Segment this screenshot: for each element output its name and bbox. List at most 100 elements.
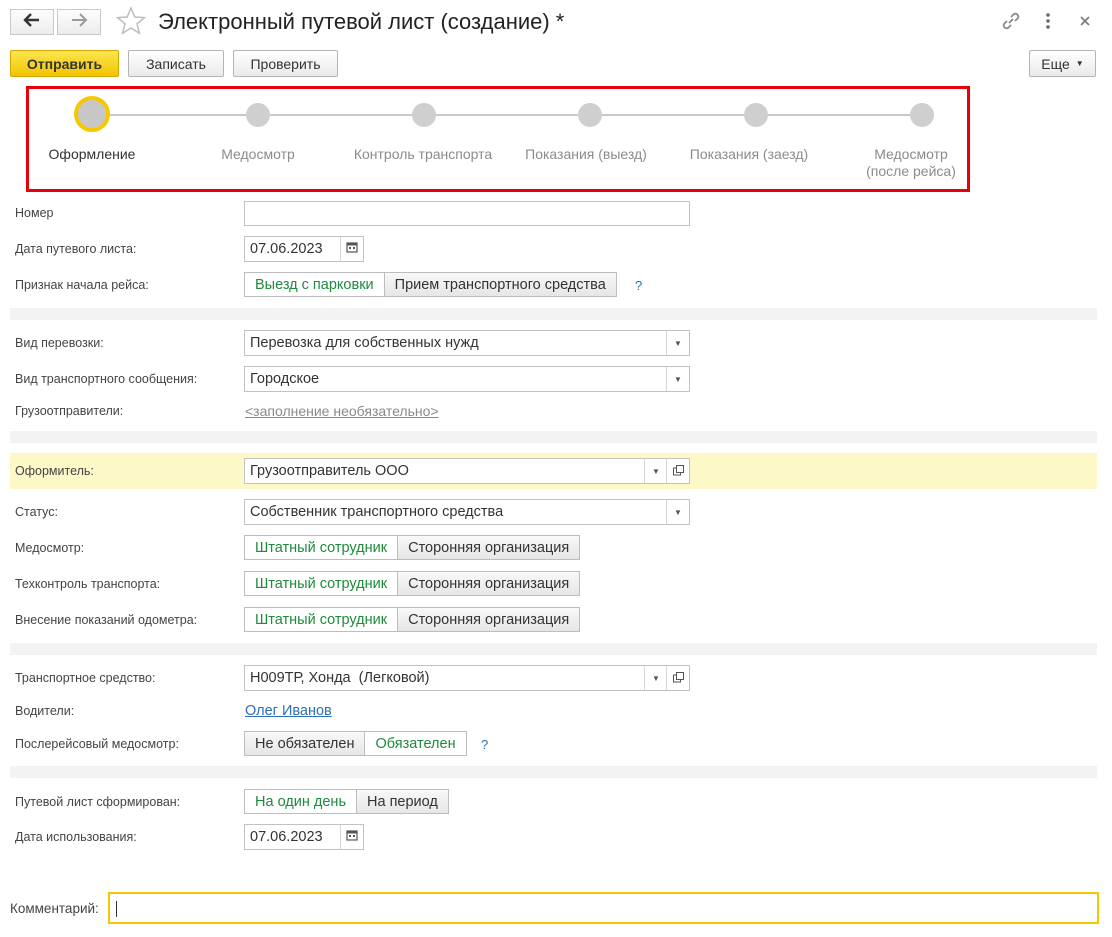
more-button-label: Еще	[1041, 55, 1070, 72]
section-divider-3	[10, 643, 1097, 655]
vehicle-label: Транспортное средство:	[15, 671, 156, 685]
transport-kind-value: Перевозка для собственных нужд	[250, 335, 479, 351]
post-med-toggle: Не обязателен Обязателен	[244, 731, 467, 756]
odometer-option-third-party[interactable]: Сторонняя организация	[398, 607, 581, 632]
forward-button[interactable]	[57, 9, 101, 35]
step-label-4[interactable]: Показания (выезд)	[512, 146, 660, 163]
close-icon[interactable]	[1079, 14, 1091, 32]
step-dot-2[interactable]	[246, 103, 270, 127]
comment-label: Комментарий:	[10, 901, 99, 916]
post-med-option-not-required[interactable]: Не обязателен	[244, 731, 366, 756]
section-divider-2	[10, 431, 1097, 443]
step-label-6-line2: (после рейса)	[866, 163, 956, 179]
trip-start-help-icon[interactable]: ?	[635, 278, 642, 293]
shippers-link[interactable]: <заполнение необязательно>	[245, 403, 439, 419]
message-kind-value: Городское	[250, 371, 320, 387]
odometer-toggle: Штатный сотрудник Сторонняя организация	[244, 607, 581, 632]
status-value: Собственник транспортного средства	[250, 504, 504, 520]
issuer-dropdown-button[interactable]: ▼	[644, 459, 667, 483]
drivers-link[interactable]: Олег Иванов	[245, 703, 332, 719]
issuer-value: Грузоотправитель ООО	[250, 463, 409, 479]
step-dot-3[interactable]	[412, 103, 436, 127]
step-label-6-line1: Медосмотр	[874, 146, 948, 162]
issuer-label: Оформитель:	[15, 464, 94, 478]
calendar-button[interactable]	[340, 237, 363, 261]
vehicle-select[interactable]: Н009ТР, Хонда (Легковой) ▼	[244, 665, 690, 691]
date-label: Дата путевого листа:	[15, 242, 137, 256]
page-title: Электронный путевой лист (создание) *	[158, 9, 565, 34]
trip-start-option-reception[interactable]: Прием транспортного средства	[384, 272, 617, 297]
step-label-6[interactable]: Медосмотр (после рейса)	[852, 146, 970, 180]
message-kind-dropdown-button[interactable]: ▼	[666, 367, 689, 391]
medcheck-toggle: Штатный сотрудник Сторонняя организация	[244, 535, 581, 560]
use-date-value: 07.06.2023	[250, 829, 323, 845]
techcontrol-label: Техконтроль транспорта:	[15, 577, 161, 591]
issuer-open-button[interactable]	[666, 459, 689, 483]
techcontrol-option-staff[interactable]: Штатный сотрудник	[244, 571, 399, 596]
step-label-1[interactable]: Оформление	[32, 146, 152, 163]
use-date-input[interactable]: 07.06.2023	[244, 824, 364, 850]
vehicle-dropdown-button[interactable]: ▼	[644, 666, 667, 690]
date-input[interactable]: 07.06.2023	[244, 236, 364, 262]
formed-toggle: На один день На период	[244, 789, 449, 814]
transport-kind-label: Вид перевозки:	[15, 336, 104, 350]
use-date-label: Дата использования:	[15, 830, 137, 844]
transport-kind-select[interactable]: Перевозка для собственных нужд ▼	[244, 330, 690, 356]
medcheck-option-staff[interactable]: Штатный сотрудник	[244, 535, 399, 560]
steps-frame	[26, 86, 970, 192]
step-dot-6[interactable]	[910, 103, 934, 127]
formed-label: Путевой лист сформирован:	[15, 795, 181, 809]
post-med-option-required[interactable]: Обязателен	[365, 731, 467, 756]
number-input[interactable]	[244, 201, 690, 226]
message-kind-select[interactable]: Городское ▼	[244, 366, 690, 392]
medcheck-option-third-party[interactable]: Сторонняя организация	[398, 535, 581, 560]
issuer-select[interactable]: Грузоотправитель ООО ▼	[244, 458, 690, 484]
chevron-down-icon: ▼	[674, 338, 682, 348]
odometer-option-staff[interactable]: Штатный сотрудник	[244, 607, 399, 632]
step-label-2[interactable]: Медосмотр	[198, 146, 318, 163]
more-button[interactable]: Еще ▼	[1029, 50, 1096, 77]
post-med-label: Послерейсовый медосмотр:	[15, 737, 179, 751]
formed-option-one-day[interactable]: На один день	[244, 789, 357, 814]
message-kind-label: Вид транспортного сообщения:	[15, 372, 198, 386]
vehicle-value: Н009ТР, Хонда (Легковой)	[250, 670, 430, 686]
back-button[interactable]	[10, 9, 54, 35]
post-med-help-icon[interactable]: ?	[481, 737, 488, 752]
date-value: 07.06.2023	[250, 241, 323, 257]
chevron-down-icon: ▼	[674, 507, 682, 517]
techcontrol-option-third-party[interactable]: Сторонняя организация	[398, 571, 581, 596]
check-button[interactable]: Проверить	[233, 50, 338, 77]
transport-kind-dropdown-button[interactable]: ▼	[666, 331, 689, 355]
send-button[interactable]: Отправить	[10, 50, 119, 77]
step-dot-4[interactable]	[578, 103, 602, 127]
step-label-3[interactable]: Контроль транспорта	[340, 146, 506, 163]
odometer-label: Внесение показаний одометра:	[15, 613, 198, 627]
vehicle-open-button[interactable]	[666, 666, 689, 690]
step-dot-5[interactable]	[744, 103, 768, 127]
use-date-calendar-button[interactable]	[340, 825, 363, 849]
medcheck-label: Медосмотр:	[15, 541, 85, 555]
trip-start-toggle: Выезд с парковки Прием транспортного сре…	[244, 272, 617, 297]
trip-start-label: Признак начала рейса:	[15, 278, 149, 292]
favorite-star-icon[interactable]	[115, 6, 147, 41]
drivers-label: Водители:	[15, 704, 75, 718]
trip-start-option-parking[interactable]: Выезд с парковки	[244, 272, 385, 297]
chevron-down-icon: ▼	[652, 466, 660, 476]
status-select[interactable]: Собственник транспортного средства ▼	[244, 499, 690, 525]
save-button[interactable]: Записать	[128, 50, 224, 77]
chevron-down-icon: ▼	[652, 673, 660, 683]
arrow-right-icon	[70, 12, 88, 32]
section-divider-1	[10, 308, 1097, 320]
more-vert-icon[interactable]	[1045, 12, 1051, 35]
comment-input[interactable]	[108, 892, 1099, 924]
formed-option-period[interactable]: На период	[357, 789, 449, 814]
status-dropdown-button[interactable]: ▼	[666, 500, 689, 524]
status-label: Статус:	[15, 505, 58, 519]
arrow-left-icon	[23, 12, 41, 32]
calendar-icon	[346, 829, 358, 845]
step-dot-1[interactable]	[74, 96, 110, 132]
step-label-5[interactable]: Показания (заезд)	[676, 146, 822, 163]
link-icon[interactable]	[1000, 10, 1022, 37]
section-divider-4	[10, 766, 1097, 778]
chevron-down-icon: ▼	[1075, 59, 1084, 68]
